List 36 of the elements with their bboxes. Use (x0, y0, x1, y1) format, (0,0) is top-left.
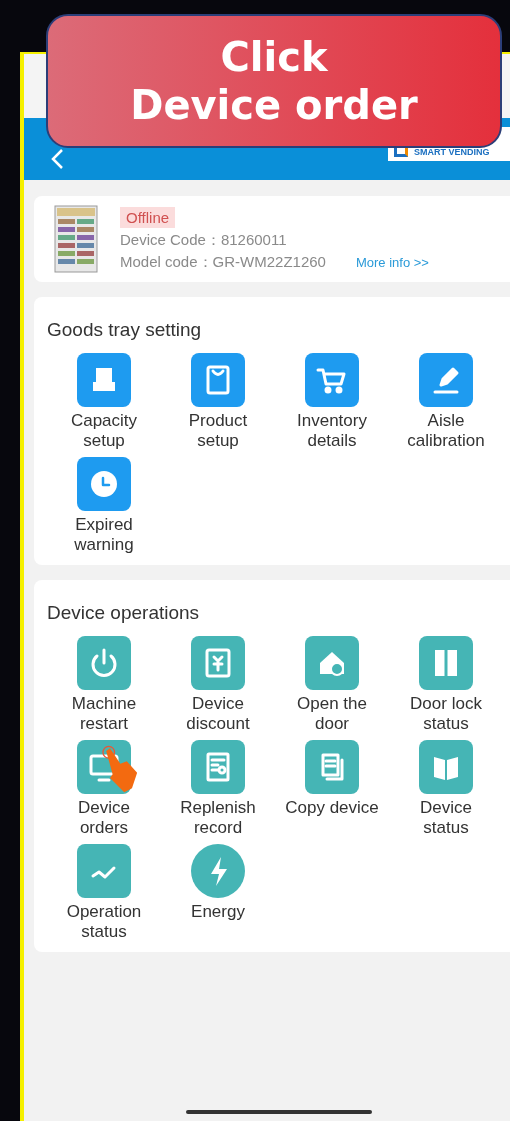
menu-item[interactable]: Expired warning (47, 457, 161, 555)
vending-machine-icon (54, 205, 98, 273)
book-icon (419, 740, 473, 794)
section-title: Goods tray setting (47, 319, 203, 341)
menu-item[interactable]: Energy (161, 844, 275, 942)
document-search-icon (191, 740, 245, 794)
status-badge: Offline (120, 206, 176, 228)
menu-item[interactable]: Operation status (47, 844, 161, 942)
model-code-text: Model code：GR-WM22Z1260 (120, 252, 326, 272)
menu-item[interactable]: Product setup (161, 353, 275, 451)
clock-icon (77, 457, 131, 511)
menu-item[interactable]: Device orders (47, 740, 161, 838)
section-title: Device operations (47, 602, 201, 624)
menu-item[interactable]: Capacity setup (47, 353, 161, 451)
device-code-text: Device Code：81260011 (120, 230, 287, 250)
bag-icon (191, 353, 245, 407)
cart-icon (305, 353, 359, 407)
menu-item[interactable]: Machine restart (47, 636, 161, 734)
menu-item[interactable]: Inventory details (275, 353, 389, 451)
copy-icon (305, 740, 359, 794)
menu-item[interactable]: Aisle calibration (389, 353, 503, 451)
menu-item[interactable]: Device discount (161, 636, 275, 734)
back-icon[interactable] (50, 148, 64, 170)
ticket-icon (191, 636, 245, 690)
door-icon (419, 636, 473, 690)
banner-text: Device order (130, 81, 418, 129)
menu-item[interactable]: Door lock status (389, 636, 503, 734)
menu-item[interactable]: Open the door (275, 636, 389, 734)
power-icon (77, 636, 131, 690)
line-graph-icon (77, 844, 131, 898)
menu-item[interactable]: Replenish record (161, 740, 275, 838)
menu-item[interactable]: Device status (389, 740, 503, 838)
menu-item[interactable]: Copy device (275, 740, 389, 838)
lightning-icon (191, 844, 245, 898)
banner-text: Click (220, 33, 328, 81)
pencil-icon (419, 353, 473, 407)
